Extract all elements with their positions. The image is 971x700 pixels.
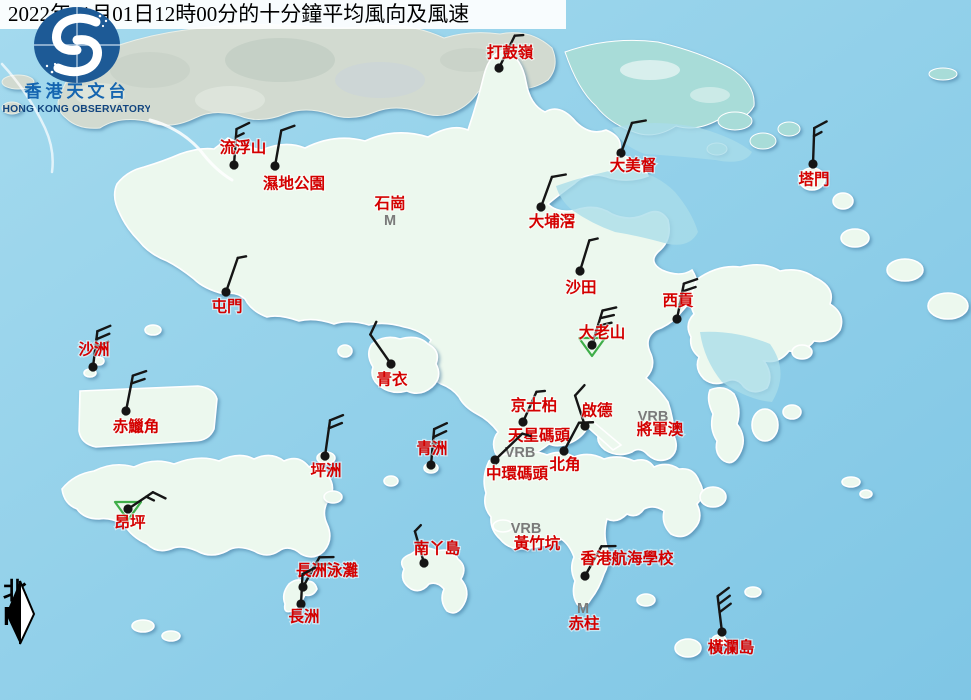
station-dot xyxy=(717,627,726,636)
station-dot xyxy=(121,406,130,415)
station-dot xyxy=(221,287,230,296)
station-dot xyxy=(580,571,589,580)
station-label: 赤鱲角 xyxy=(113,417,160,436)
station-label: 坪洲 xyxy=(310,462,341,480)
hko-logo: 香港天文台 HONG KONG OBSERVATORY xyxy=(0,0,150,116)
station-dot xyxy=(575,266,584,275)
station-label: 長洲泳灘 xyxy=(296,561,359,580)
station-dot xyxy=(419,558,428,567)
station-label: 青衣 xyxy=(376,370,408,389)
station-label: 大老山 xyxy=(579,323,626,342)
station-dot xyxy=(587,340,596,349)
station-dot xyxy=(672,314,681,323)
station-dot xyxy=(386,359,395,368)
station-label: 大埔滘 xyxy=(529,212,576,231)
station-label: 南丫島 xyxy=(414,539,461,558)
station-dot xyxy=(88,362,97,371)
station-dot xyxy=(320,451,329,460)
station-label: 昂坪 xyxy=(114,514,146,532)
station-dot xyxy=(536,202,545,211)
station-label: 長洲 xyxy=(288,608,319,626)
station-label: 打鼓嶺 xyxy=(487,43,534,62)
station-label: 赤柱 xyxy=(568,614,600,633)
station-label: 北角 xyxy=(549,455,580,474)
wind-barb-stem xyxy=(813,128,814,164)
station-label: 香港航海學校 xyxy=(580,549,674,568)
marker-wong-chuk-hang: VRB xyxy=(511,521,542,537)
station-label: 濕地公園 xyxy=(263,174,325,193)
station-dot xyxy=(616,148,625,157)
north-arrow-icon xyxy=(3,580,37,646)
station-dot xyxy=(559,446,568,455)
station-label: 流浮山 xyxy=(220,138,267,157)
station-dot xyxy=(494,63,503,72)
station-label: 沙洲 xyxy=(78,341,109,359)
station-label: 啟德 xyxy=(581,401,613,420)
station-label: 石崗 xyxy=(373,194,405,213)
marker-shek-kong: M xyxy=(384,213,396,229)
station-dot xyxy=(426,460,435,469)
station-label: 大美督 xyxy=(610,156,657,175)
station-label: 橫瀾島 xyxy=(708,638,755,657)
station-dot xyxy=(123,504,132,513)
wind-barb-tick xyxy=(536,391,544,392)
marker-stanley: M xyxy=(577,601,589,617)
station-label: 京士柏 xyxy=(511,396,558,415)
station-dot xyxy=(490,455,499,464)
station-label: 中環碼頭 xyxy=(486,464,549,483)
wind-map: 流浮山濕地公園M石崗打鼓嶺大美督塔門大埔滘沙田西貢大老山屯門沙洲赤鱲角青衣坪洲青… xyxy=(0,0,971,700)
station-dot xyxy=(518,417,527,426)
wind-barb-tick xyxy=(238,256,246,258)
station-dot xyxy=(296,599,305,608)
station-dot xyxy=(270,161,279,170)
station-label: 塔門 xyxy=(798,170,829,189)
station-label: 沙田 xyxy=(565,279,596,297)
station-dot xyxy=(229,160,238,169)
north-compass: 北 N xyxy=(3,580,43,628)
station-label: 西貢 xyxy=(662,292,694,310)
hko-name-zh: 香港天文台 xyxy=(25,81,130,101)
station-dot xyxy=(808,159,817,168)
station-label: 屯門 xyxy=(211,297,242,316)
hko-name-en: HONG KONG OBSERVATORY xyxy=(3,104,150,115)
station-label: 將軍澳 xyxy=(637,420,684,439)
airport-island xyxy=(79,386,217,447)
station-label: 黃竹坑 xyxy=(513,534,561,553)
station-label: 天星碼頭 xyxy=(508,427,571,445)
wind-barb-tick xyxy=(515,35,523,36)
station-label: 青洲 xyxy=(416,439,447,458)
